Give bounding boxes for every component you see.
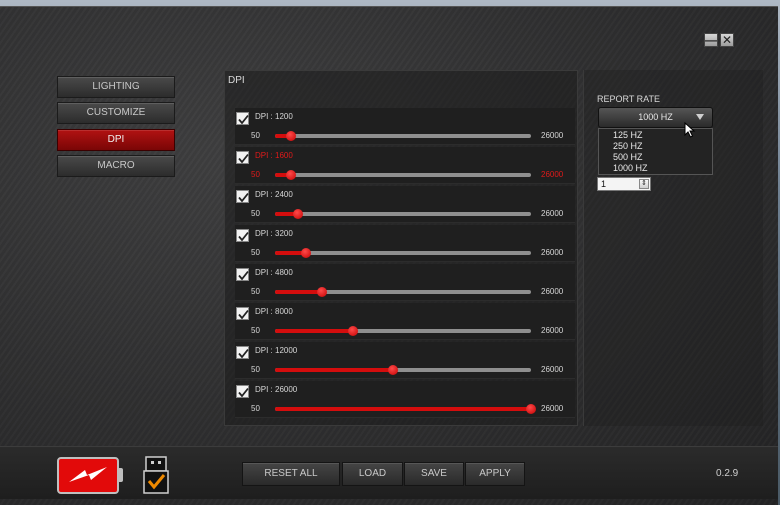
dpi-row[interactable]: DPI : 26000 50 26000 bbox=[235, 381, 575, 418]
dpi-label: DPI : 3200 bbox=[255, 229, 293, 238]
dpi-row[interactable]: DPI : 3200 50 26000 bbox=[235, 225, 575, 262]
dpi-row[interactable]: DPI : 1600 50 26000 bbox=[235, 147, 575, 184]
dpi-max-label: 26000 bbox=[541, 131, 564, 140]
dpi-min-label: 50 bbox=[251, 404, 260, 413]
dpi-label: DPI : 2400 bbox=[255, 190, 293, 199]
dpi-min-label: 50 bbox=[251, 326, 260, 335]
report-rate-option-125[interactable]: 125 HZ bbox=[613, 130, 712, 141]
dpi-slider-fill bbox=[275, 407, 531, 411]
dpi-min-label: 50 bbox=[251, 248, 260, 257]
dpi-slider[interactable] bbox=[275, 131, 531, 141]
dpi-checkbox[interactable] bbox=[236, 151, 249, 164]
report-rate-option-250[interactable]: 250 HZ bbox=[613, 141, 712, 152]
battery-icon bbox=[57, 457, 119, 494]
dpi-min-label: 50 bbox=[251, 287, 260, 296]
lightning-icon bbox=[69, 467, 107, 482]
dpi-row[interactable]: DPI : 1200 50 26000 bbox=[235, 108, 575, 145]
dpi-label: DPI : 1600 bbox=[255, 151, 293, 160]
dpi-min-label: 50 bbox=[251, 131, 260, 140]
dpi-row[interactable]: DPI : 8000 50 26000 bbox=[235, 303, 575, 340]
usb-device-icon bbox=[143, 456, 169, 494]
dpi-checkbox[interactable] bbox=[236, 268, 249, 281]
dpi-row[interactable]: DPI : 12000 50 26000 bbox=[235, 342, 575, 379]
dpi-slider-fill bbox=[275, 290, 322, 294]
dpi-min-label: 50 bbox=[251, 170, 260, 179]
dpi-slider-knob[interactable] bbox=[526, 404, 536, 414]
dpi-max-label: 26000 bbox=[541, 248, 564, 257]
dpi-max-label: 26000 bbox=[541, 209, 564, 218]
dpi-label: DPI : 26000 bbox=[255, 385, 298, 394]
dpi-panel-title: DPI bbox=[228, 75, 245, 86]
checkmark-icon bbox=[238, 114, 249, 125]
dpi-slider[interactable] bbox=[275, 209, 531, 219]
dpi-label: DPI : 1200 bbox=[255, 112, 293, 121]
dpi-slider-fill bbox=[275, 329, 354, 333]
dpi-checkbox[interactable] bbox=[236, 307, 249, 320]
checkmark-icon bbox=[238, 153, 249, 164]
checkmark-icon bbox=[238, 309, 249, 320]
report-rate-option-1000[interactable]: 1000 HZ bbox=[613, 163, 712, 174]
dpi-label: DPI : 8000 bbox=[255, 307, 293, 316]
dropdown-arrow-icon bbox=[696, 114, 704, 120]
dpi-slider-knob[interactable] bbox=[286, 131, 296, 141]
dpi-checkbox[interactable] bbox=[236, 346, 249, 359]
dpi-checkbox[interactable] bbox=[236, 385, 249, 398]
dpi-slider[interactable] bbox=[275, 365, 531, 375]
dpi-slider[interactable] bbox=[275, 248, 531, 258]
dpi-panel: DPI DPI : 1200 50 26000 DPI : 1600 50 26000 DP… bbox=[224, 70, 578, 426]
nav-dpi-button[interactable]: DPI bbox=[57, 129, 175, 151]
dpi-label: DPI : 4800 bbox=[255, 268, 293, 277]
dpi-min-label: 50 bbox=[251, 209, 260, 218]
dpi-checkbox[interactable] bbox=[236, 112, 249, 125]
dpi-row[interactable]: DPI : 2400 50 26000 bbox=[235, 186, 575, 223]
checkmark-icon bbox=[238, 270, 249, 281]
dpi-row[interactable]: DPI : 4800 50 26000 bbox=[235, 264, 575, 301]
dpi-slider[interactable] bbox=[275, 326, 531, 336]
report-rate-selected-value: 1000 HZ bbox=[638, 112, 673, 122]
save-button[interactable]: SAVE bbox=[404, 462, 464, 486]
version-label: 0.2.9 bbox=[716, 468, 739, 479]
dpi-slider[interactable] bbox=[275, 287, 531, 297]
battery-tip bbox=[119, 468, 123, 482]
dpi-checkbox[interactable] bbox=[236, 229, 249, 242]
checkmark-icon bbox=[238, 192, 249, 203]
dpi-slider-knob[interactable] bbox=[348, 326, 359, 336]
mouse-cursor-icon bbox=[684, 122, 696, 138]
value-spinbox[interactable]: 1 ⇕ bbox=[597, 177, 651, 191]
report-rate-label: REPORT RATE bbox=[597, 94, 661, 104]
checkmark-icon bbox=[238, 231, 249, 242]
dpi-max-label: 26000 bbox=[541, 404, 564, 413]
report-rate-option-500[interactable]: 500 HZ bbox=[613, 152, 712, 163]
minimize-button[interactable]: — bbox=[704, 33, 718, 47]
spinbox-value: 1 bbox=[601, 179, 607, 189]
dpi-slider-knob[interactable] bbox=[293, 209, 304, 219]
dpi-max-label: 26000 bbox=[541, 326, 564, 335]
load-button[interactable]: LOAD bbox=[342, 462, 403, 486]
apply-button[interactable]: APPLY bbox=[465, 462, 525, 486]
nav-lighting-button[interactable]: LIGHTING bbox=[57, 76, 175, 98]
spin-up-down-icon[interactable]: ⇕ bbox=[639, 179, 649, 189]
close-button[interactable]: ✕ bbox=[720, 33, 734, 47]
checkmark-icon bbox=[238, 348, 249, 359]
nav-customize-button[interactable]: CUSTOMIZE bbox=[57, 102, 175, 124]
dpi-slider[interactable] bbox=[275, 404, 536, 414]
dpi-slider[interactable] bbox=[275, 170, 531, 180]
dpi-slider-fill bbox=[275, 368, 393, 372]
dpi-max-label: 26000 bbox=[541, 365, 564, 374]
dpi-slider-knob[interactable] bbox=[387, 365, 398, 375]
dpi-slider-knob[interactable] bbox=[301, 248, 312, 258]
nav-macro-button[interactable]: MACRO bbox=[57, 155, 175, 177]
dpi-slider-knob[interactable] bbox=[316, 287, 327, 297]
dpi-checkbox[interactable] bbox=[236, 190, 249, 203]
dpi-slider-knob[interactable] bbox=[286, 170, 296, 180]
dpi-label: DPI : 12000 bbox=[255, 346, 298, 355]
dpi-max-label: 26000 bbox=[541, 287, 564, 296]
reset-all-button[interactable]: RESET ALL bbox=[242, 462, 340, 486]
dpi-max-label: 26000 bbox=[541, 170, 564, 179]
dpi-min-label: 50 bbox=[251, 365, 260, 374]
checkmark-icon bbox=[238, 387, 249, 398]
